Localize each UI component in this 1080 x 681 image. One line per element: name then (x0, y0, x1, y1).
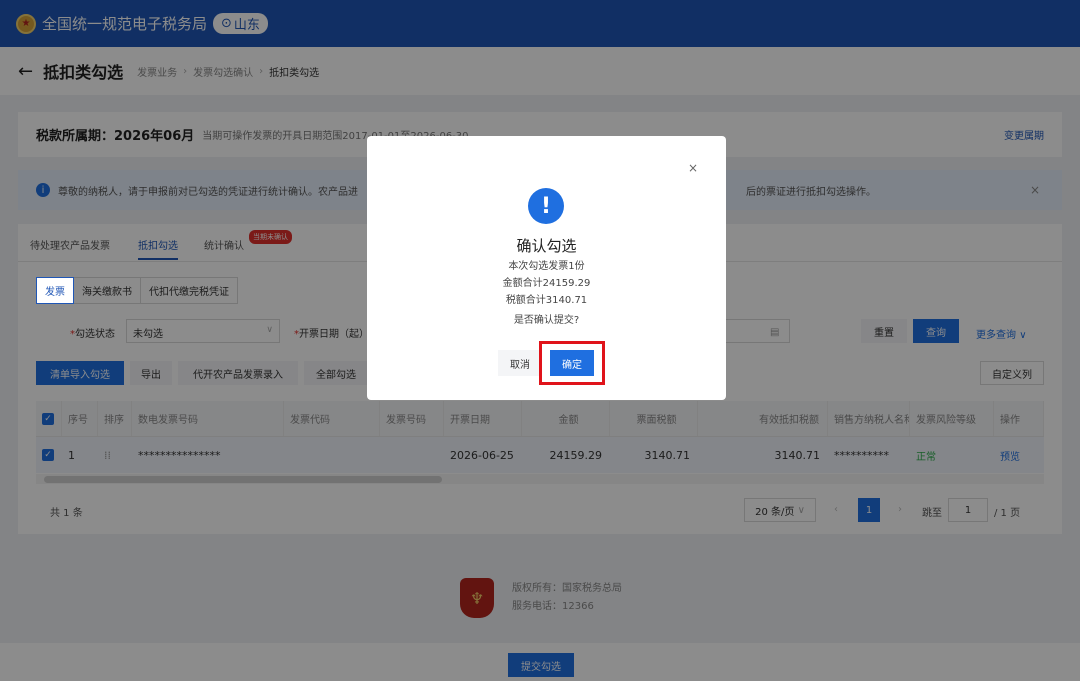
tax-total: 税额合计3140.71 (505, 295, 588, 306)
highlight-box (539, 341, 605, 385)
cancel-button[interactable]: 取消 (498, 350, 542, 376)
confirm-question: 是否确认提交? (513, 315, 580, 326)
selected-count: 本次勾选发票1份 (508, 261, 585, 272)
subtab-invoice[interactable]: 发票 (36, 277, 74, 304)
amount-total: 金额合计24159.29 (502, 278, 591, 289)
exclamation-icon: ! (528, 188, 564, 224)
dialog-title: 确认勾选 (516, 237, 577, 255)
close-icon[interactable]: × (688, 161, 698, 175)
confirm-dialog: × ! 确认勾选 本次勾选发票1份 金额合计24159.29 税额合计3140.… (367, 136, 726, 400)
